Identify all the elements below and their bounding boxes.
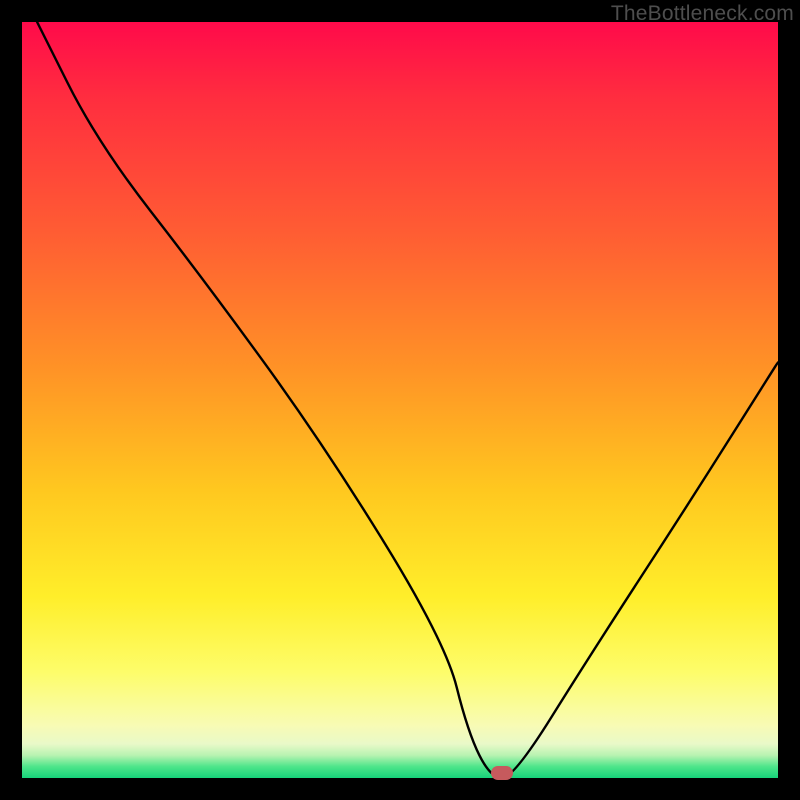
optimum-marker	[491, 766, 513, 780]
curve-path	[37, 22, 778, 778]
plot-area	[22, 22, 778, 778]
chart-frame: TheBottleneck.com	[0, 0, 800, 800]
bottleneck-curve	[22, 22, 778, 778]
